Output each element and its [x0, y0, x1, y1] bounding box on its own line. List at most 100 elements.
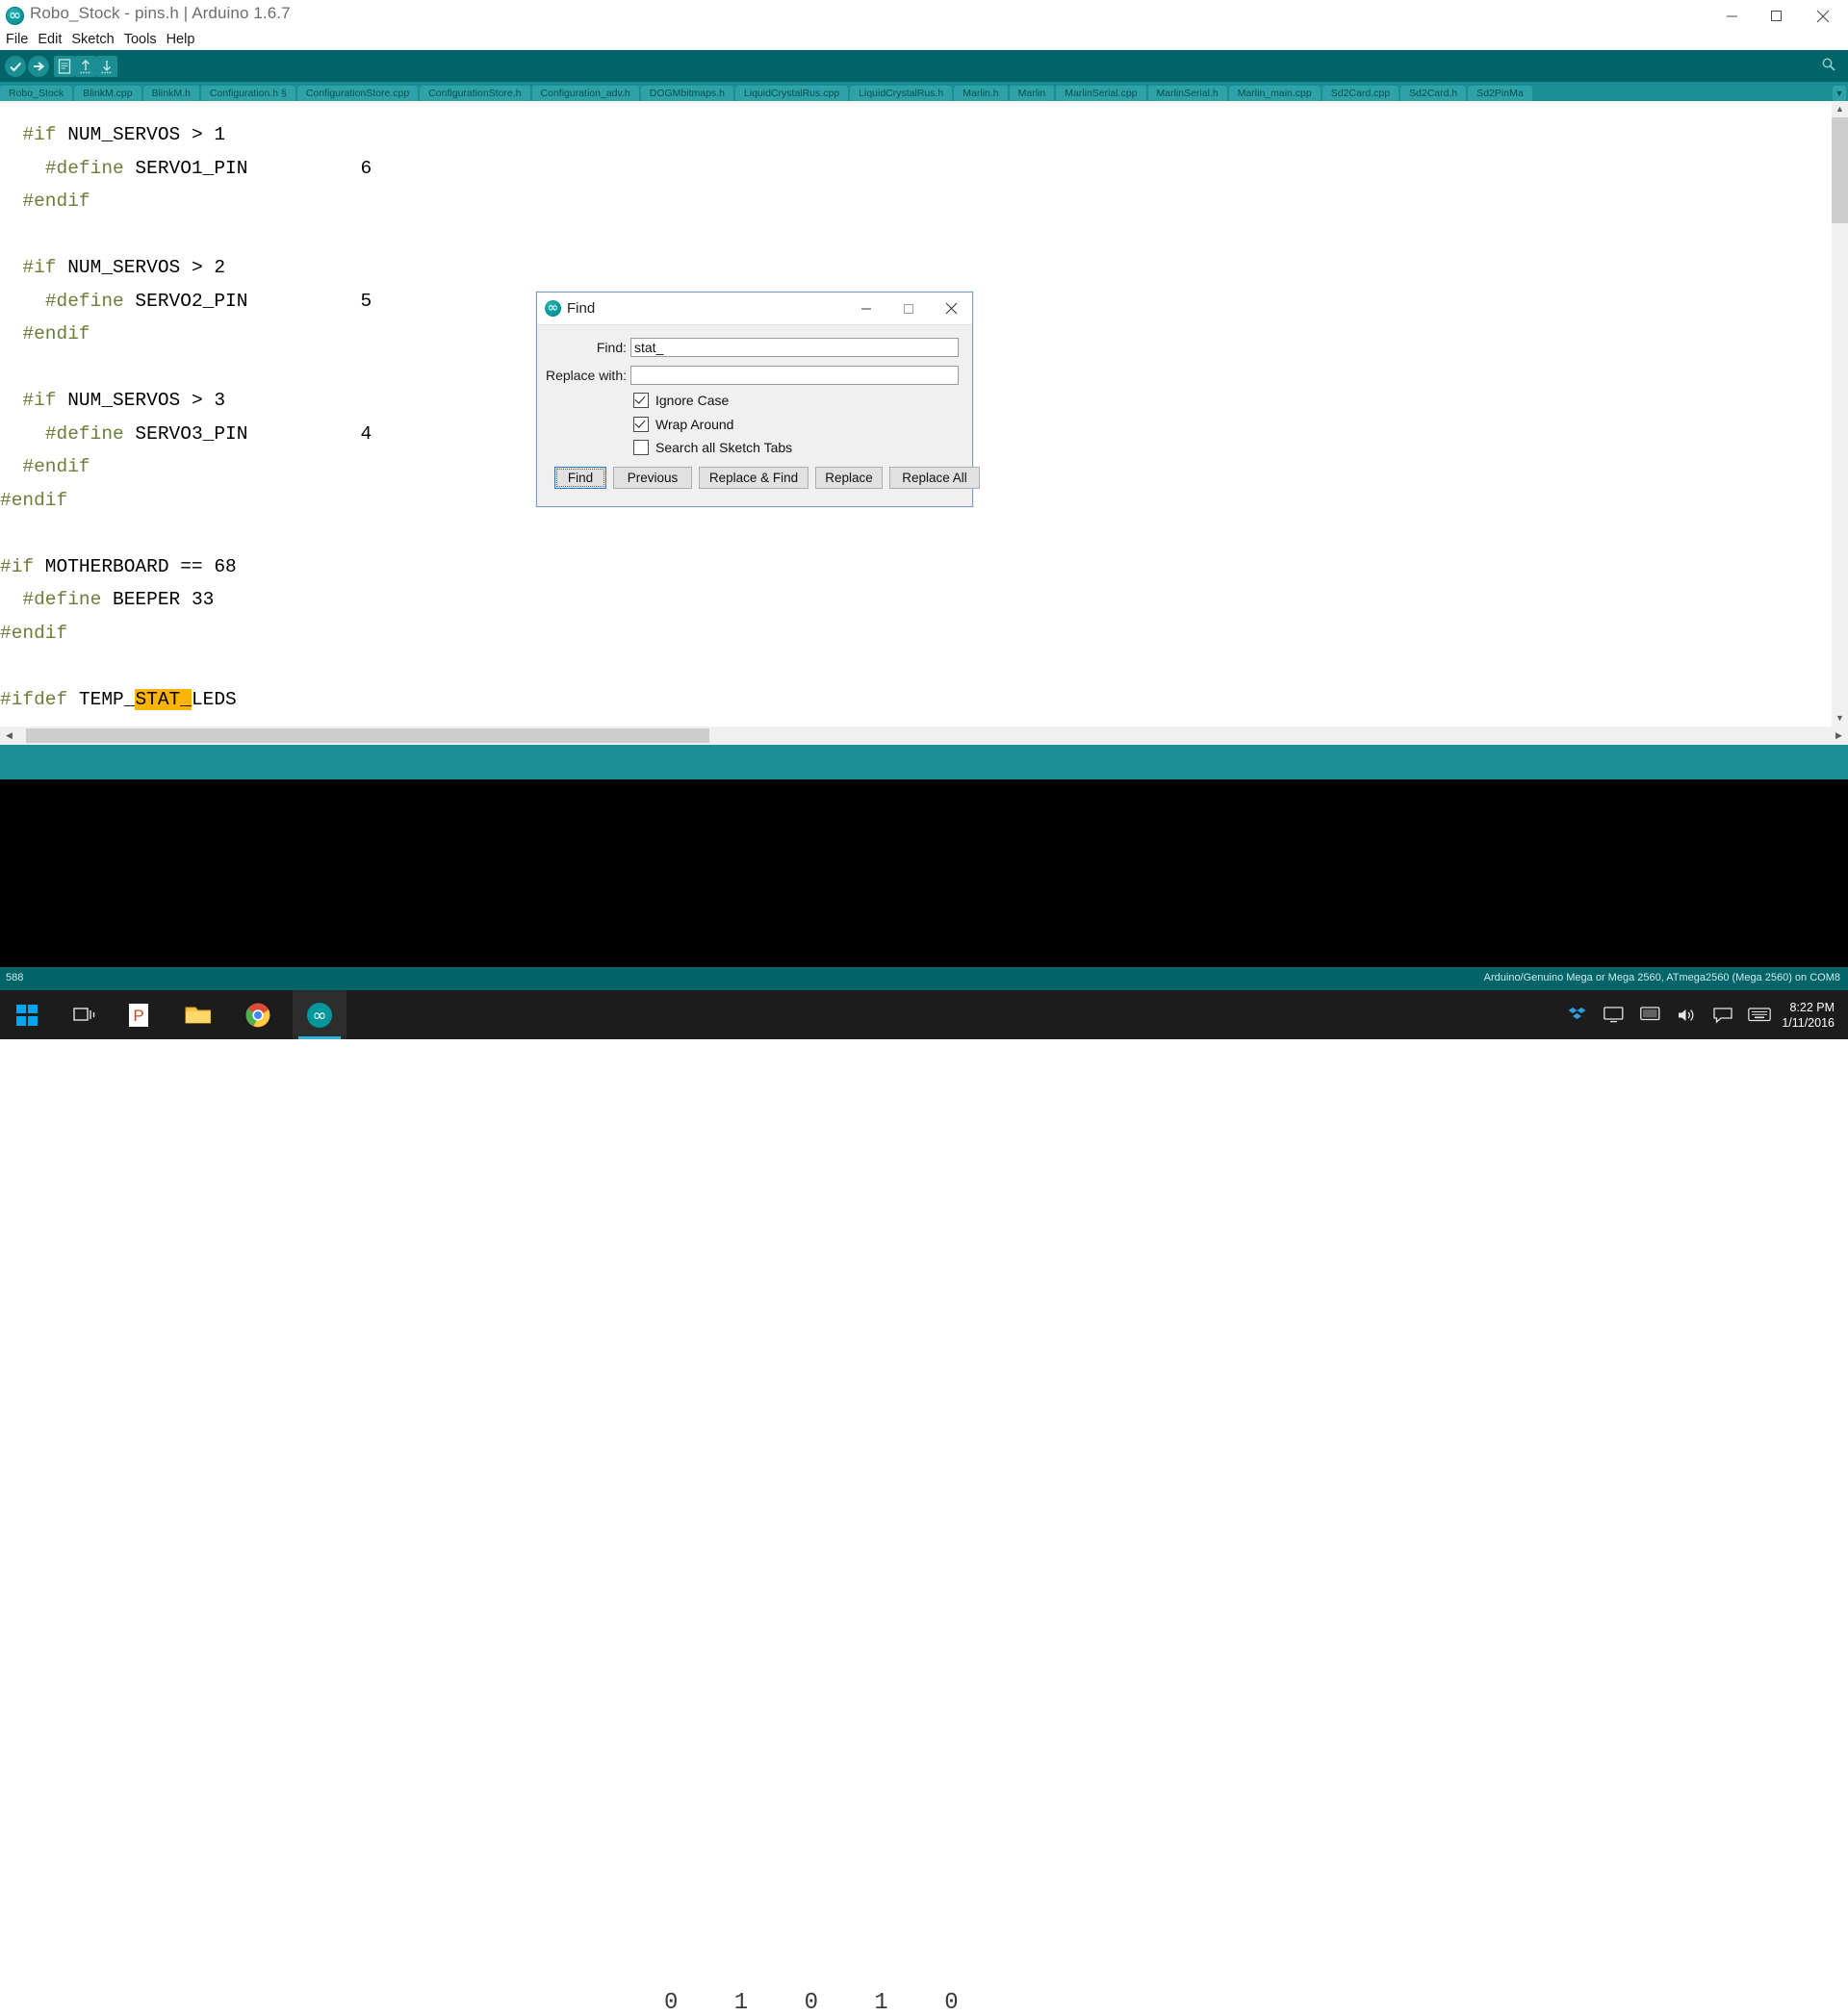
- arduino-icon: [6, 3, 24, 28]
- code-line: #define SERVO1_PIN 6: [44, 157, 372, 179]
- volume-icon[interactable]: [1668, 990, 1705, 1039]
- replace-all-button[interactable]: Replace All: [889, 467, 980, 489]
- menu-bar: File Edit Sketch Tools Help: [0, 30, 1848, 50]
- dropbox-icon[interactable]: [1558, 990, 1595, 1039]
- board-info: Arduino/Genuino Mega or Mega 2560, ATmeg…: [1483, 972, 1840, 983]
- display-icon[interactable]: [1595, 990, 1631, 1039]
- ignore-case-label: Ignore Case: [655, 393, 730, 408]
- save-file-button[interactable]: [96, 56, 117, 77]
- tab-overflow-icon[interactable]: ▼: [1833, 86, 1846, 101]
- arduino-ide-window: Robo_Stock - pins.h | Arduino 1.6.7 File…: [0, 0, 1848, 2016]
- verify-button[interactable]: [5, 56, 26, 77]
- ignore-case-checkbox[interactable]: [633, 393, 649, 408]
- arduino-icon: [545, 296, 561, 319]
- scroll-up-icon[interactable]: ▲: [1832, 101, 1848, 117]
- monitor-icon[interactable]: [1631, 990, 1668, 1039]
- code-line: #if NUM_SERVOS > 1: [22, 124, 226, 145]
- sketch-tab[interactable]: Robo_Stock: [0, 86, 73, 101]
- replace-button[interactable]: Replace: [815, 467, 883, 489]
- system-tray: 8:22 PM 1/11/2016: [1558, 990, 1848, 1039]
- file-explorer-button[interactable]: [171, 990, 225, 1039]
- search-all-tabs-label: Search all Sketch Tabs: [655, 440, 793, 455]
- previous-button[interactable]: Previous: [613, 467, 692, 489]
- horizontal-scroll-thumb[interactable]: [26, 728, 709, 743]
- console-header: [0, 745, 1848, 779]
- find-dialog: Find Find: stat_ Replace with:: [536, 292, 980, 507]
- close-button[interactable]: [1798, 0, 1848, 32]
- window-title: Robo_Stock - pins.h | Arduino 1.6.7: [30, 4, 291, 22]
- editor-horizontal-scrollbar[interactable]: ◀ ▶: [0, 727, 1848, 745]
- open-file-button[interactable]: [75, 56, 96, 77]
- menu-file[interactable]: File: [6, 30, 35, 50]
- sketch-tab[interactable]: MarlinSerial.cpp: [1056, 86, 1146, 101]
- clock-time: 8:22 PM: [1789, 1000, 1835, 1014]
- editor-vertical-scrollbar[interactable]: ▲ ▼: [1832, 101, 1848, 727]
- sketch-tab[interactable]: Configuration.h §: [200, 86, 295, 101]
- code-line: #endif: [22, 191, 90, 212]
- scroll-left-icon[interactable]: ◀: [0, 727, 18, 745]
- taskbar-clock[interactable]: 8:22 PM 1/11/2016: [1778, 1000, 1848, 1031]
- code-line: #endif: [0, 622, 68, 644]
- sketch-tab[interactable]: BlinkM.cpp: [74, 86, 141, 101]
- sketch-tab[interactable]: Marlin_main.cpp: [1228, 86, 1321, 101]
- windows-taskbar: P ∞ 0 1 0 1 0 8:22 PM 1/11/2016: [0, 990, 1848, 2016]
- find-dialog-title-bar: Find: [537, 293, 972, 325]
- start-button[interactable]: [0, 990, 54, 1039]
- find-input[interactable]: stat_: [630, 338, 959, 357]
- menu-sketch[interactable]: Sketch: [71, 30, 120, 50]
- scroll-right-icon[interactable]: ▶: [1830, 727, 1848, 745]
- console-output: [0, 779, 1848, 972]
- menu-tools[interactable]: Tools: [124, 30, 164, 50]
- sketch-tab[interactable]: LiquidCrystalRus.h: [850, 86, 953, 101]
- sketch-tab[interactable]: MarlinSerial.h: [1147, 86, 1227, 101]
- sketch-tab[interactable]: Sd2PinMa: [1468, 86, 1532, 101]
- keyboard-icon[interactable]: [1741, 990, 1778, 1039]
- minimize-button[interactable]: [1709, 0, 1754, 32]
- scroll-down-icon[interactable]: ▼: [1832, 710, 1848, 727]
- clock-date: 1/11/2016: [1782, 1015, 1835, 1030]
- replace-input[interactable]: [630, 366, 959, 385]
- sketch-tab-strip: Robo_Stock BlinkM.cpp BlinkM.h Configuratio…: [0, 82, 1848, 101]
- sketch-tab[interactable]: DOGMbitmaps.h: [640, 86, 733, 101]
- find-label: Find:: [596, 340, 627, 355]
- sketch-tab[interactable]: Marlin: [1009, 86, 1055, 101]
- powerpoint-button[interactable]: P: [112, 990, 166, 1039]
- new-file-button[interactable]: [54, 56, 75, 77]
- code-line: #if NUM_SERVOS > 2: [22, 257, 226, 278]
- status-bar: 588 Arduino/Genuino Mega or Mega 2560, A…: [0, 967, 1848, 990]
- upload-button[interactable]: [28, 56, 49, 77]
- window-controls: [1709, 0, 1848, 32]
- sketch-tab[interactable]: ConfigurationStore.cpp: [296, 86, 419, 101]
- find-dialog-close-button[interactable]: [930, 293, 972, 324]
- toolbar: [0, 50, 1848, 82]
- maximize-button[interactable]: [1754, 0, 1798, 32]
- code-line: #ifdef TEMP_STAT_LEDS: [0, 688, 237, 710]
- code-line: #if MOTHERBOARD == 68: [0, 555, 237, 577]
- sketch-tab[interactable]: Configuration_adv.h: [531, 86, 639, 101]
- line-number: 588: [6, 972, 24, 983]
- menu-help[interactable]: Help: [167, 30, 202, 50]
- code-line: #define BEEPER 33: [22, 589, 215, 610]
- sketch-tab[interactable]: BlinkM.h: [142, 86, 199, 101]
- arduino-taskbar-button[interactable]: ∞: [293, 990, 346, 1039]
- task-view-button[interactable]: [58, 990, 112, 1039]
- serial-monitor-button[interactable]: [1821, 57, 1836, 76]
- find-button[interactable]: Find: [554, 467, 606, 489]
- find-dialog-maximize-button[interactable]: [887, 293, 930, 324]
- svg-text:P: P: [133, 1007, 143, 1025]
- wrap-around-checkbox[interactable]: [633, 417, 649, 432]
- vertical-scroll-thumb[interactable]: [1832, 117, 1848, 223]
- find-dialog-minimize-button[interactable]: [845, 293, 887, 324]
- search-all-tabs-checkbox[interactable]: [633, 440, 649, 455]
- sketch-tab[interactable]: Sd2Card.cpp: [1322, 86, 1399, 101]
- replace-and-find-button[interactable]: Replace & Find: [699, 467, 808, 489]
- chrome-button[interactable]: [231, 990, 285, 1039]
- action-center-icon[interactable]: [1705, 990, 1741, 1039]
- sketch-tab[interactable]: Sd2Card.h: [1400, 86, 1467, 101]
- sketch-tab[interactable]: LiquidCrystalRus.cpp: [734, 86, 849, 101]
- sketch-tab[interactable]: Marlin.h: [954, 86, 1008, 101]
- menu-edit[interactable]: Edit: [38, 30, 68, 50]
- sketch-tab[interactable]: ConfigurationStore.h: [420, 86, 530, 101]
